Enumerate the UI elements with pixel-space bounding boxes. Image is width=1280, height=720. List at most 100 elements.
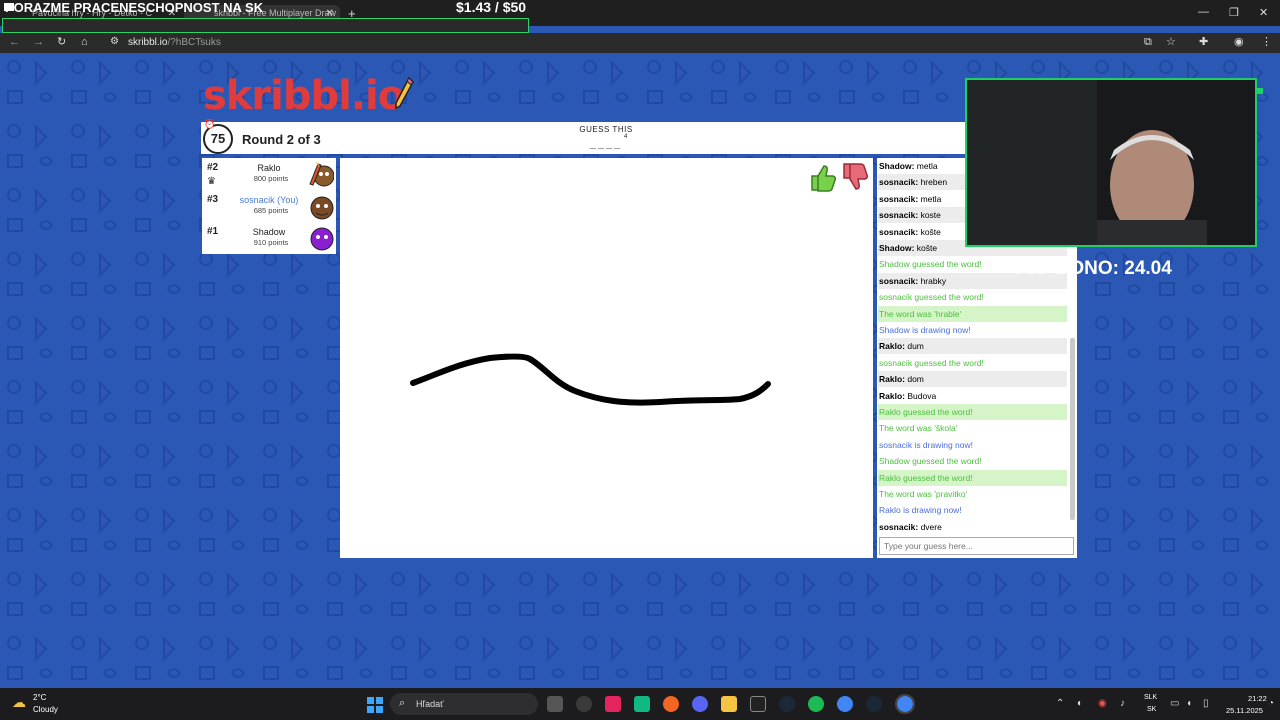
- alarm-clock-icon: ⏰: [204, 119, 216, 129]
- spotify-icon[interactable]: [808, 696, 824, 712]
- url-field[interactable]: skribbl.io/?hBCTsuks: [128, 37, 221, 48]
- chat-author: sosnacik:: [879, 193, 919, 204]
- windows-start-icon[interactable]: [367, 697, 383, 713]
- chat-message: Raklo guessed the word!: [878, 404, 1067, 420]
- chrome-icon[interactable]: [837, 696, 853, 712]
- chat-author: Raklo:: [879, 374, 905, 385]
- chat-text: Raklo guessed the word!: [879, 407, 973, 417]
- player-row-raklo[interactable]: #2 ♛ Raklo 800 points: [202, 158, 336, 190]
- guess-this-label: GUESS THIS: [579, 125, 633, 134]
- extensions-icon[interactable]: ✚: [1199, 35, 1208, 49]
- player-name: Shadow: [252, 227, 286, 237]
- guess-input[interactable]: [879, 537, 1074, 555]
- chat-message: The word was 'škola': [878, 420, 1067, 436]
- chat-text: sosnacik is drawing now!: [879, 439, 974, 450]
- keyboard-layout[interactable]: SK: [1147, 706, 1156, 713]
- tiktok-icon[interactable]: [605, 696, 621, 712]
- tray-app-icon[interactable]: ◉: [1098, 698, 1107, 709]
- tray-steam-icon[interactable]: ◐: [1077, 698, 1083, 709]
- player-name: sosnacik (You): [239, 195, 299, 205]
- chat-text: koste: [918, 210, 941, 221]
- skribbl-logo: skribbl.io: [203, 72, 405, 120]
- epic-games-icon[interactable]: [750, 696, 766, 712]
- chat-text: Shadow guessed the word!: [879, 456, 982, 467]
- input-language[interactable]: SLK: [1144, 694, 1157, 701]
- search-icon: ⌕: [399, 697, 406, 709]
- chat-message: Shadow guessed the word!: [878, 453, 1067, 469]
- maximize-button[interactable]: ❐: [1229, 6, 1239, 19]
- chat-text: sosnacik guessed the word!: [879, 357, 984, 368]
- profile-icon[interactable]: ◉: [1234, 35, 1244, 49]
- chat-author: Shadow:: [879, 161, 915, 171]
- task-view-icon[interactable]: [547, 696, 563, 712]
- microphone-icon[interactable]: ♪: [1120, 698, 1125, 709]
- discord-icon[interactable]: [692, 696, 708, 712]
- chat-message: Raklo guessed the word!: [878, 469, 1067, 486]
- reload-icon[interactable]: ↻: [57, 35, 66, 49]
- word-blanks: ____: [589, 138, 623, 150]
- chat-author: Raklo:: [879, 390, 905, 401]
- close-window-button[interactable]: ✕: [1259, 6, 1268, 19]
- forward-arrow-icon[interactable]: →: [33, 35, 44, 49]
- tray-overflow-icon[interactable]: ⌃: [1056, 698, 1064, 709]
- top-donation-label: TOP DONO: 24.04: [1012, 258, 1172, 279]
- chat-author: Shadow:: [879, 243, 915, 253]
- network-icon[interactable]: ▭: [1170, 698, 1179, 709]
- player-points: 685 points: [253, 206, 289, 215]
- browser-menu-icon[interactable]: ⋮: [1261, 35, 1272, 49]
- chatgpt-icon[interactable]: [576, 696, 592, 712]
- chat-scrollbar[interactable]: [1070, 338, 1075, 520]
- thumbs-down-icon[interactable]: [840, 162, 868, 192]
- bookmark-star-icon[interactable]: ☆: [1166, 35, 1176, 49]
- chat-text: Budova: [904, 390, 937, 401]
- taskbar-search[interactable]: [390, 693, 538, 715]
- stream-goal-amount: $1.43 / $50: [456, 0, 527, 15]
- taskbar-search-label: Hľadať: [416, 699, 444, 709]
- stream-goal-progress-fill: [4, 3, 15, 11]
- translate-icon[interactable]: ⧉: [1144, 35, 1152, 49]
- chat-message: Raklo is drawing now!: [878, 502, 1067, 518]
- chat-text: Shadow guessed the word!: [879, 259, 982, 270]
- player-list: #2 ♛ Raklo 800 points #3 sosnacik (You) …: [202, 158, 336, 254]
- player-points: 910 points: [253, 238, 289, 247]
- back-arrow-icon[interactable]: ←: [9, 35, 20, 49]
- player-rank: #2: [207, 162, 219, 173]
- thumbs-up-icon[interactable]: [808, 162, 836, 192]
- chrome-active-icon[interactable]: [895, 694, 915, 714]
- volume-icon[interactable]: ◖: [1186, 698, 1192, 709]
- chat-text: košte: [918, 226, 941, 237]
- steam-icon-2[interactable]: [866, 696, 882, 712]
- brave-icon[interactable]: [663, 696, 679, 712]
- weather-cloud-icon[interactable]: ☁: [12, 694, 26, 711]
- chat-message: The word was 'pravitko': [878, 486, 1067, 502]
- player-points: 800 points: [253, 174, 289, 183]
- app-icon[interactable]: [634, 696, 650, 712]
- chat-message: Raklo: dum: [878, 338, 1067, 355]
- pencil-drawer-avatar-icon: [309, 162, 334, 187]
- steam-icon[interactable]: [779, 696, 795, 712]
- chat-message: sosnacik: dvere: [878, 519, 1067, 535]
- notification-bell-icon[interactable]: ◔: [1268, 698, 1274, 709]
- chat-message: Raklo: Budova: [878, 388, 1067, 404]
- minimize-button[interactable]: —: [1198, 6, 1209, 18]
- player-rank: #1: [207, 226, 219, 237]
- file-explorer-icon[interactable]: [721, 696, 737, 712]
- taskbar-time[interactable]: 21:22: [1248, 694, 1267, 703]
- site-info-icon[interactable]: ⚙: [110, 35, 119, 49]
- chat-text: metla: [914, 161, 938, 171]
- chat-text: Shadow is drawing now!: [879, 325, 971, 335]
- chat-author: sosnacik:: [879, 275, 919, 286]
- battery-icon[interactable]: ▯: [1203, 698, 1209, 709]
- taskbar-date[interactable]: 25.11.2025: [1226, 706, 1263, 715]
- weather-temperature: 2°C: [33, 693, 47, 702]
- chat-text: hreben: [918, 177, 948, 188]
- home-icon[interactable]: ⌂: [81, 35, 88, 49]
- avatar-icon: [310, 227, 334, 251]
- chat-author: sosnacik:: [879, 210, 919, 221]
- chat-text: The word was 'škola': [879, 423, 958, 434]
- chat-message: Raklo: dom: [878, 371, 1067, 388]
- player-row-shadow[interactable]: #1 Shadow 910 points: [202, 222, 336, 254]
- drawing-canvas[interactable]: [340, 158, 873, 558]
- drawing-stroke: [410, 353, 771, 406]
- player-row-sosnacik[interactable]: #3 sosnacik (You) 685 points: [202, 190, 336, 222]
